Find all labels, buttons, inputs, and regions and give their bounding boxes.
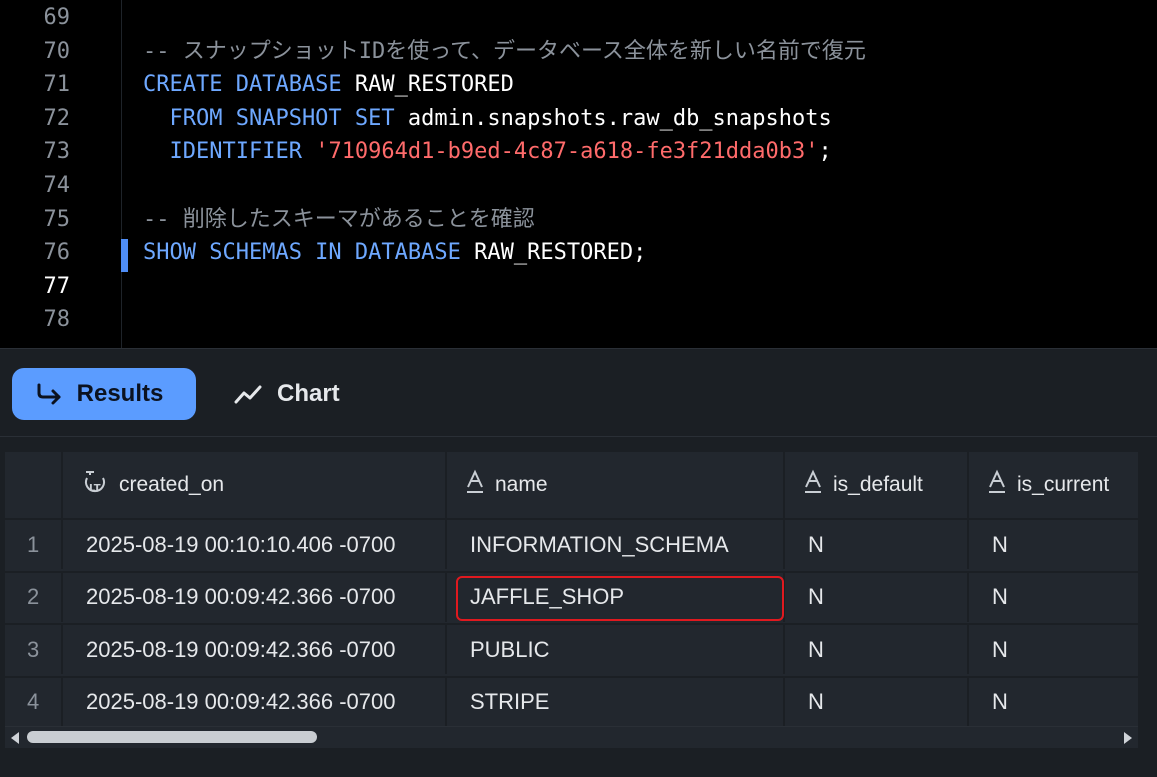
sql-editor[interactable]: 69 70 71 72 73 74 75 76 77 78 -- スナップショットIDを使って、デ… (0, 0, 1157, 348)
sql-keyword: CREATE DATABASE (143, 72, 342, 98)
scrollbar-thumb[interactable] (27, 731, 317, 743)
code-line[interactable]: CREATE DATABASE RAW_RESTORED (143, 68, 514, 102)
cell-is-current[interactable]: N (969, 573, 1138, 622)
column-header-label: created_on (119, 473, 225, 496)
horizontal-scrollbar[interactable] (5, 726, 1138, 748)
row-index: 3 (5, 625, 63, 674)
column-header-label: is_default (833, 473, 923, 496)
line-chart-icon (233, 382, 263, 406)
row-index: 4 (5, 677, 63, 727)
cell-is-default[interactable]: N (785, 677, 969, 727)
table-row[interactable]: 1 2025-08-19 00:10:10.406 -0700 INFORMATIO… (5, 518, 1138, 569)
sql-identifier: ; (818, 139, 832, 165)
text-type-icon (987, 469, 1007, 501)
line-number: 72 (43, 105, 71, 131)
code-line[interactable]: FROM SNAPSHOT SET admin.snapshots.raw_db… (143, 102, 832, 136)
results-toolbar: Results Chart (0, 348, 1157, 437)
cell-created-on[interactable]: 2025-08-19 00:09:42.366 -0700 (63, 677, 447, 727)
line-number: 74 (43, 173, 71, 198)
line-number: 77 (43, 273, 71, 299)
line-number: 70 (43, 38, 71, 64)
cell-created-on[interactable]: 2025-08-19 00:09:42.366 -0700 (63, 572, 447, 622)
results-grid[interactable]: LT created_on name is_default is_current… (5, 452, 1138, 748)
line-number: 73 (43, 139, 71, 165)
table-row[interactable]: 3 2025-08-19 00:09:42.366 -0700 PUBLIC N N (5, 623, 1138, 674)
column-header-created-on[interactable]: LT created_on (63, 452, 447, 518)
cell-name[interactable]: STRIPE (447, 677, 785, 727)
code-line[interactable]: SHOW SCHEMAS IN DATABASE RAW_RESTORED; (143, 236, 646, 270)
cell-is-current[interactable]: N (969, 678, 1138, 727)
code-line[interactable]: -- 削除したスキーマがあることを確認 (143, 203, 535, 237)
cell-is-current[interactable]: N (969, 625, 1138, 674)
cell-is-default[interactable]: N (785, 520, 969, 569)
sql-keyword: SHOW SCHEMAS IN DATABASE (143, 240, 461, 266)
svg-text:LT: LT (89, 483, 101, 494)
line-number: 75 (43, 206, 71, 232)
scroll-right-icon[interactable] (1124, 732, 1132, 744)
cell-is-current[interactable]: N (969, 520, 1138, 569)
sql-comment: -- 削除したスキーマがあることを確認 (143, 206, 535, 232)
sql-comment: -- スナップショットIDを使って、データベース全体を新しい名前で復元 (143, 38, 866, 64)
sql-keyword: IDENTIFIER (143, 139, 302, 165)
column-header-name[interactable]: name (447, 452, 785, 518)
tab-chart-label: Chart (277, 380, 340, 407)
line-number: 69 (43, 5, 71, 30)
tab-chart[interactable]: Chart (233, 368, 340, 420)
cell-is-default[interactable]: N (785, 625, 969, 674)
column-header-is-default[interactable]: is_default (785, 452, 969, 518)
table-row[interactable]: 2 2025-08-19 00:09:42.366 -0700 JAFFLE_SHO… (5, 570, 1138, 622)
row-index: 1 (5, 520, 63, 569)
cell-name[interactable]: JAFFLE_SHOP (447, 572, 785, 622)
scroll-left-icon[interactable] (11, 732, 19, 744)
cell-is-default[interactable]: N (785, 572, 969, 622)
code-line[interactable]: -- スナップショットIDを使って、データベース全体を新しい名前で復元 (143, 35, 866, 69)
line-number: 71 (43, 72, 71, 98)
row-index-header (5, 452, 63, 518)
current-line-marker (121, 239, 128, 272)
sql-identifier: RAW_RESTORED (341, 72, 514, 98)
column-header-is-current[interactable]: is_current (969, 452, 1138, 518)
corner-down-right-arrow-icon (35, 382, 63, 406)
text-type-icon (465, 469, 485, 501)
column-header-label: name (495, 473, 548, 496)
text-type-icon (803, 469, 823, 501)
line-number: 76 (43, 240, 71, 266)
code-line[interactable]: IDENTIFIER '710964d1-b9ed-4c87-a618-fe3f… (143, 135, 832, 169)
cell-name[interactable]: PUBLIC (447, 625, 785, 674)
cell-created-on[interactable]: 2025-08-19 00:09:42.366 -0700 (63, 625, 447, 674)
tab-results-label: Results (76, 380, 164, 407)
sql-keyword: FROM SNAPSHOT SET (143, 105, 395, 131)
sql-string: '710964d1-b9ed-4c87-a618-fe3f21dda0b3' (301, 139, 819, 165)
row-index: 2 (5, 572, 63, 622)
table-row[interactable]: 4 2025-08-19 00:09:42.366 -0700 STRIPE N N (5, 675, 1138, 727)
sql-identifier: RAW_RESTORED; (460, 240, 647, 266)
tab-results[interactable]: Results (12, 368, 196, 420)
cell-created-on[interactable]: 2025-08-19 00:10:10.406 -0700 (63, 520, 447, 569)
timestamp-type-icon: LT (81, 469, 109, 501)
column-header-label: is_current (1017, 473, 1110, 496)
line-number: 78 (43, 307, 71, 333)
cell-name[interactable]: INFORMATION_SCHEMA (447, 520, 785, 569)
sql-identifier: admin.snapshots.raw_db_snapshots (394, 105, 832, 131)
